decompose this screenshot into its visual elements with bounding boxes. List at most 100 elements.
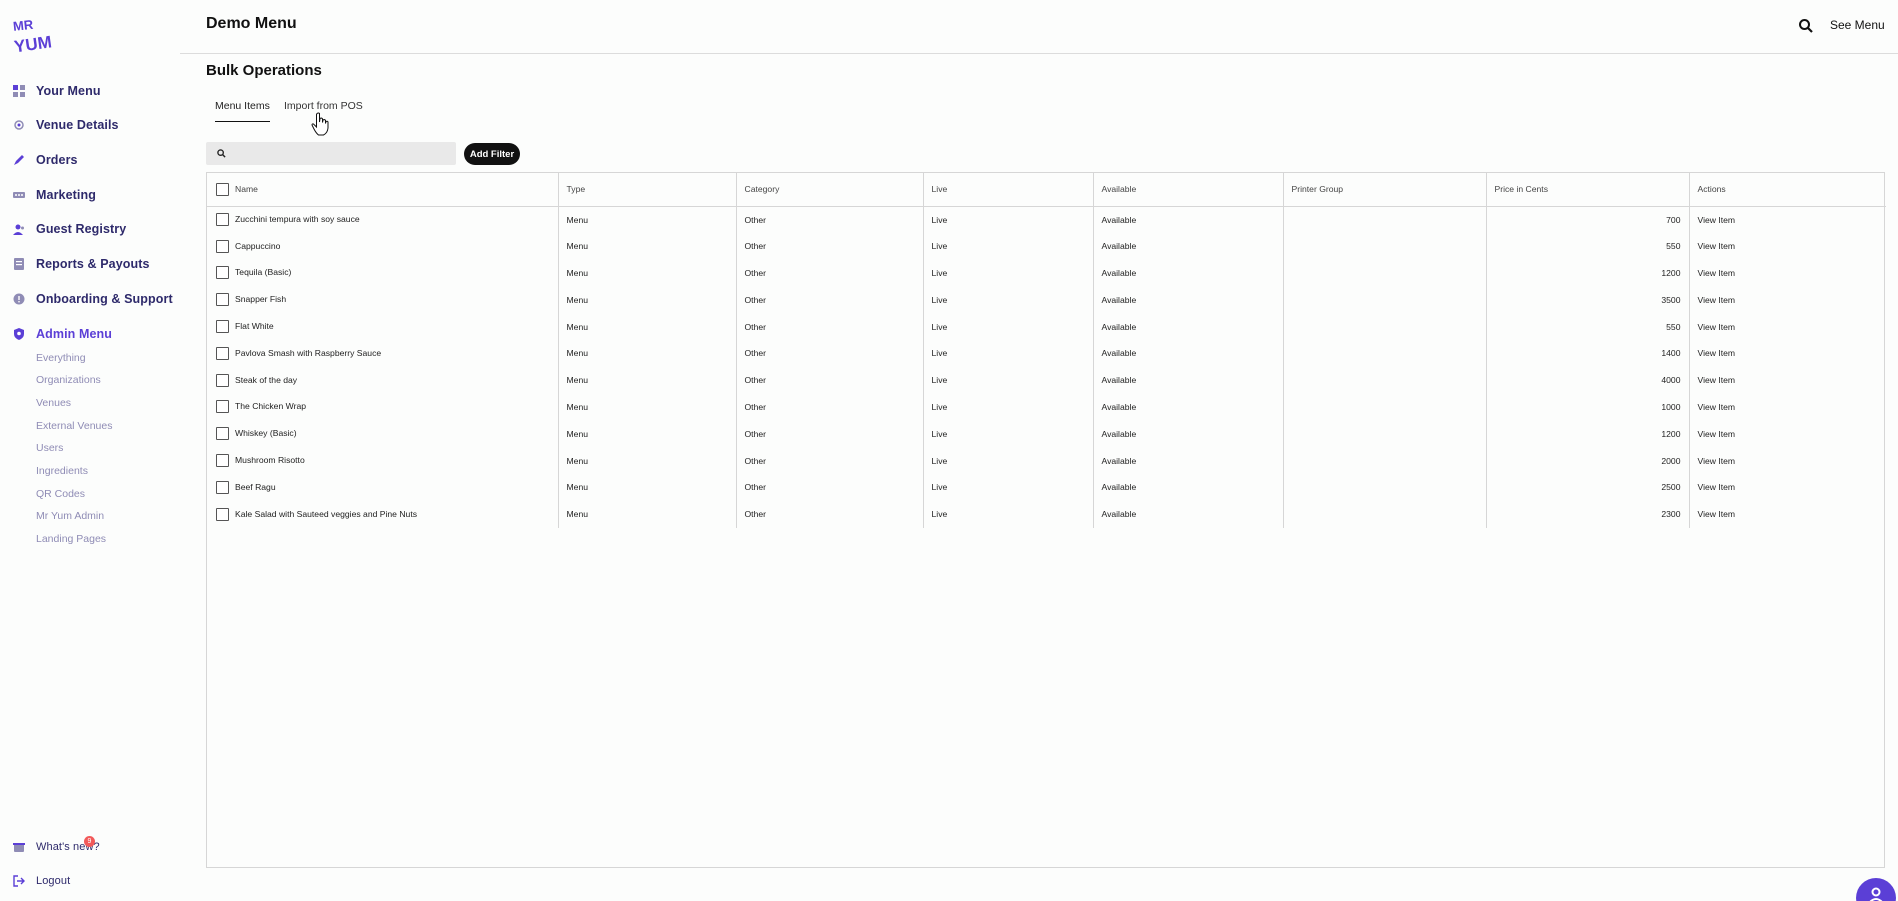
cell-live: Live: [923, 473, 1094, 501]
column-header-price: Price in Cents: [1486, 173, 1690, 206]
cell-type: Menu: [558, 286, 737, 314]
pencil-icon: [12, 153, 26, 167]
hand-cursor-icon: [311, 112, 329, 136]
svg-text:MR: MR: [12, 17, 34, 34]
cell-action[interactable]: View Item: [1689, 474, 1886, 501]
cell-name: Kale Salad with Sauteed veggies and Pine…: [207, 500, 559, 528]
cell-action[interactable]: View Item: [1689, 233, 1886, 260]
cell-action[interactable]: View Item: [1689, 447, 1886, 474]
sidebar-item-label: Admin Menu: [36, 327, 112, 341]
item-name: Whiskey (Basic): [235, 428, 297, 439]
search-icon[interactable]: [1798, 18, 1814, 34]
sub-item-mr-yum-admin[interactable]: Mr Yum Admin: [36, 510, 104, 522]
row-checkbox[interactable]: [216, 400, 229, 414]
sidebar-item-label: Reports & Payouts: [36, 257, 150, 271]
cell-category: Other: [736, 473, 924, 501]
sidebar-item-label: Marketing: [36, 188, 96, 202]
cell-printer-group: [1283, 393, 1487, 421]
cell-available: Available: [1093, 232, 1284, 260]
sub-item-ingredients[interactable]: Ingredients: [36, 465, 88, 477]
add-filter-button[interactable]: Add Filter: [464, 143, 520, 165]
cell-type: Menu: [558, 366, 737, 394]
cell-action[interactable]: View Item: [1689, 394, 1886, 421]
cell-printer-group: [1283, 259, 1487, 287]
row-checkbox[interactable]: [216, 427, 229, 441]
select-all-checkbox[interactable]: [216, 182, 229, 196]
tab-import-from-pos[interactable]: Import from POS: [284, 100, 363, 112]
sub-item-landing-pages[interactable]: Landing Pages: [36, 533, 106, 545]
sidebar-item-logout[interactable]: Logout: [12, 870, 70, 892]
cell-action[interactable]: View Item: [1689, 206, 1886, 233]
sub-item-qr-codes[interactable]: QR Codes: [36, 488, 85, 500]
column-header-printer-group: Printer Group: [1283, 173, 1487, 206]
item-name: Flat White: [235, 320, 274, 331]
mr-yum-logo[interactable]: MR YUM: [12, 16, 58, 56]
cell-price: 550: [1486, 313, 1690, 340]
column-label: Name: [235, 183, 258, 194]
row-checkbox[interactable]: [216, 266, 229, 280]
sub-item-users[interactable]: Users: [36, 442, 63, 454]
search-input[interactable]: [234, 145, 444, 162]
sub-item-external-venues[interactable]: External Venues: [36, 420, 112, 432]
support-icon: [12, 292, 26, 306]
admin-icon: [12, 327, 26, 341]
see-menu-link[interactable]: See Menu: [1830, 18, 1885, 32]
cell-action[interactable]: View Item: [1689, 286, 1886, 313]
row-checkbox[interactable]: [216, 213, 229, 227]
tab-menu-items[interactable]: Menu Items: [215, 100, 270, 122]
cell-action[interactable]: View Item: [1689, 340, 1886, 367]
cell-printer-group: [1283, 366, 1487, 394]
sub-item-everything[interactable]: Everything: [36, 352, 86, 364]
cell-action[interactable]: View Item: [1689, 420, 1886, 447]
cell-available: Available: [1093, 339, 1284, 367]
cell-action[interactable]: View Item: [1689, 501, 1886, 528]
sidebar-item-label: Venue Details: [36, 118, 119, 132]
cell-available: Available: [1093, 420, 1284, 448]
table-row: Beef Ragu Menu Other Live Available 2500 View …: [207, 473, 1886, 501]
cell-category: Other: [736, 313, 924, 340]
item-name: Beef Ragu: [235, 481, 276, 492]
cell-live: Live: [923, 313, 1094, 340]
sidebar-item-onboarding-support[interactable]: Onboarding & Support: [12, 288, 173, 310]
cell-price: 4000: [1486, 366, 1690, 394]
sidebar-item-your-menu[interactable]: Your Menu: [12, 80, 101, 102]
item-name: Zucchini tempura with soy sauce: [235, 213, 360, 224]
help-chat-button[interactable]: [1856, 878, 1896, 901]
cell-available: Available: [1093, 206, 1284, 233]
table-body: Zucchini tempura with soy sauce Menu Other…: [207, 206, 1886, 528]
sidebar-item-guest-registry[interactable]: Guest Registry: [12, 218, 126, 240]
notification-badge: 9: [84, 836, 95, 847]
cell-category: Other: [736, 500, 924, 528]
cell-type: Menu: [558, 500, 737, 528]
sub-item-venues[interactable]: Venues: [36, 397, 71, 409]
row-checkbox[interactable]: [216, 346, 229, 360]
row-checkbox[interactable]: [216, 320, 229, 334]
row-checkbox[interactable]: [216, 293, 229, 307]
sub-item-organizations[interactable]: Organizations: [36, 374, 101, 386]
row-checkbox[interactable]: [216, 239, 229, 253]
row-checkbox[interactable]: [216, 507, 229, 521]
cell-price: 1000: [1486, 393, 1690, 421]
cell-name: Mushroom Risotto: [207, 447, 559, 474]
cell-action[interactable]: View Item: [1689, 260, 1886, 287]
cell-name: Tequila (Basic): [207, 259, 559, 287]
table-row: Cappuccino Menu Other Live Available 550 View …: [207, 232, 1886, 260]
sidebar-item-marketing[interactable]: Marketing: [12, 184, 96, 206]
gift-icon: [12, 840, 26, 854]
row-checkbox[interactable]: [216, 480, 229, 494]
sidebar-item-venue-details[interactable]: Venue Details: [12, 114, 119, 136]
cell-category: Other: [736, 339, 924, 367]
cell-available: Available: [1093, 313, 1284, 340]
sidebar-item-orders[interactable]: Orders: [12, 149, 78, 171]
sidebar-item-admin-menu[interactable]: Admin Menu: [12, 323, 112, 345]
row-checkbox[interactable]: [216, 454, 229, 468]
search-field[interactable]: [206, 142, 456, 165]
cell-type: Menu: [558, 393, 737, 421]
cell-action[interactable]: View Item: [1689, 367, 1886, 394]
sidebar-item-reports-payouts[interactable]: Reports & Payouts: [12, 253, 150, 275]
logout-icon: [12, 874, 26, 888]
cell-available: Available: [1093, 366, 1284, 394]
row-checkbox[interactable]: [216, 373, 229, 387]
cell-available: Available: [1093, 473, 1284, 501]
cell-action[interactable]: View Item: [1689, 313, 1886, 340]
